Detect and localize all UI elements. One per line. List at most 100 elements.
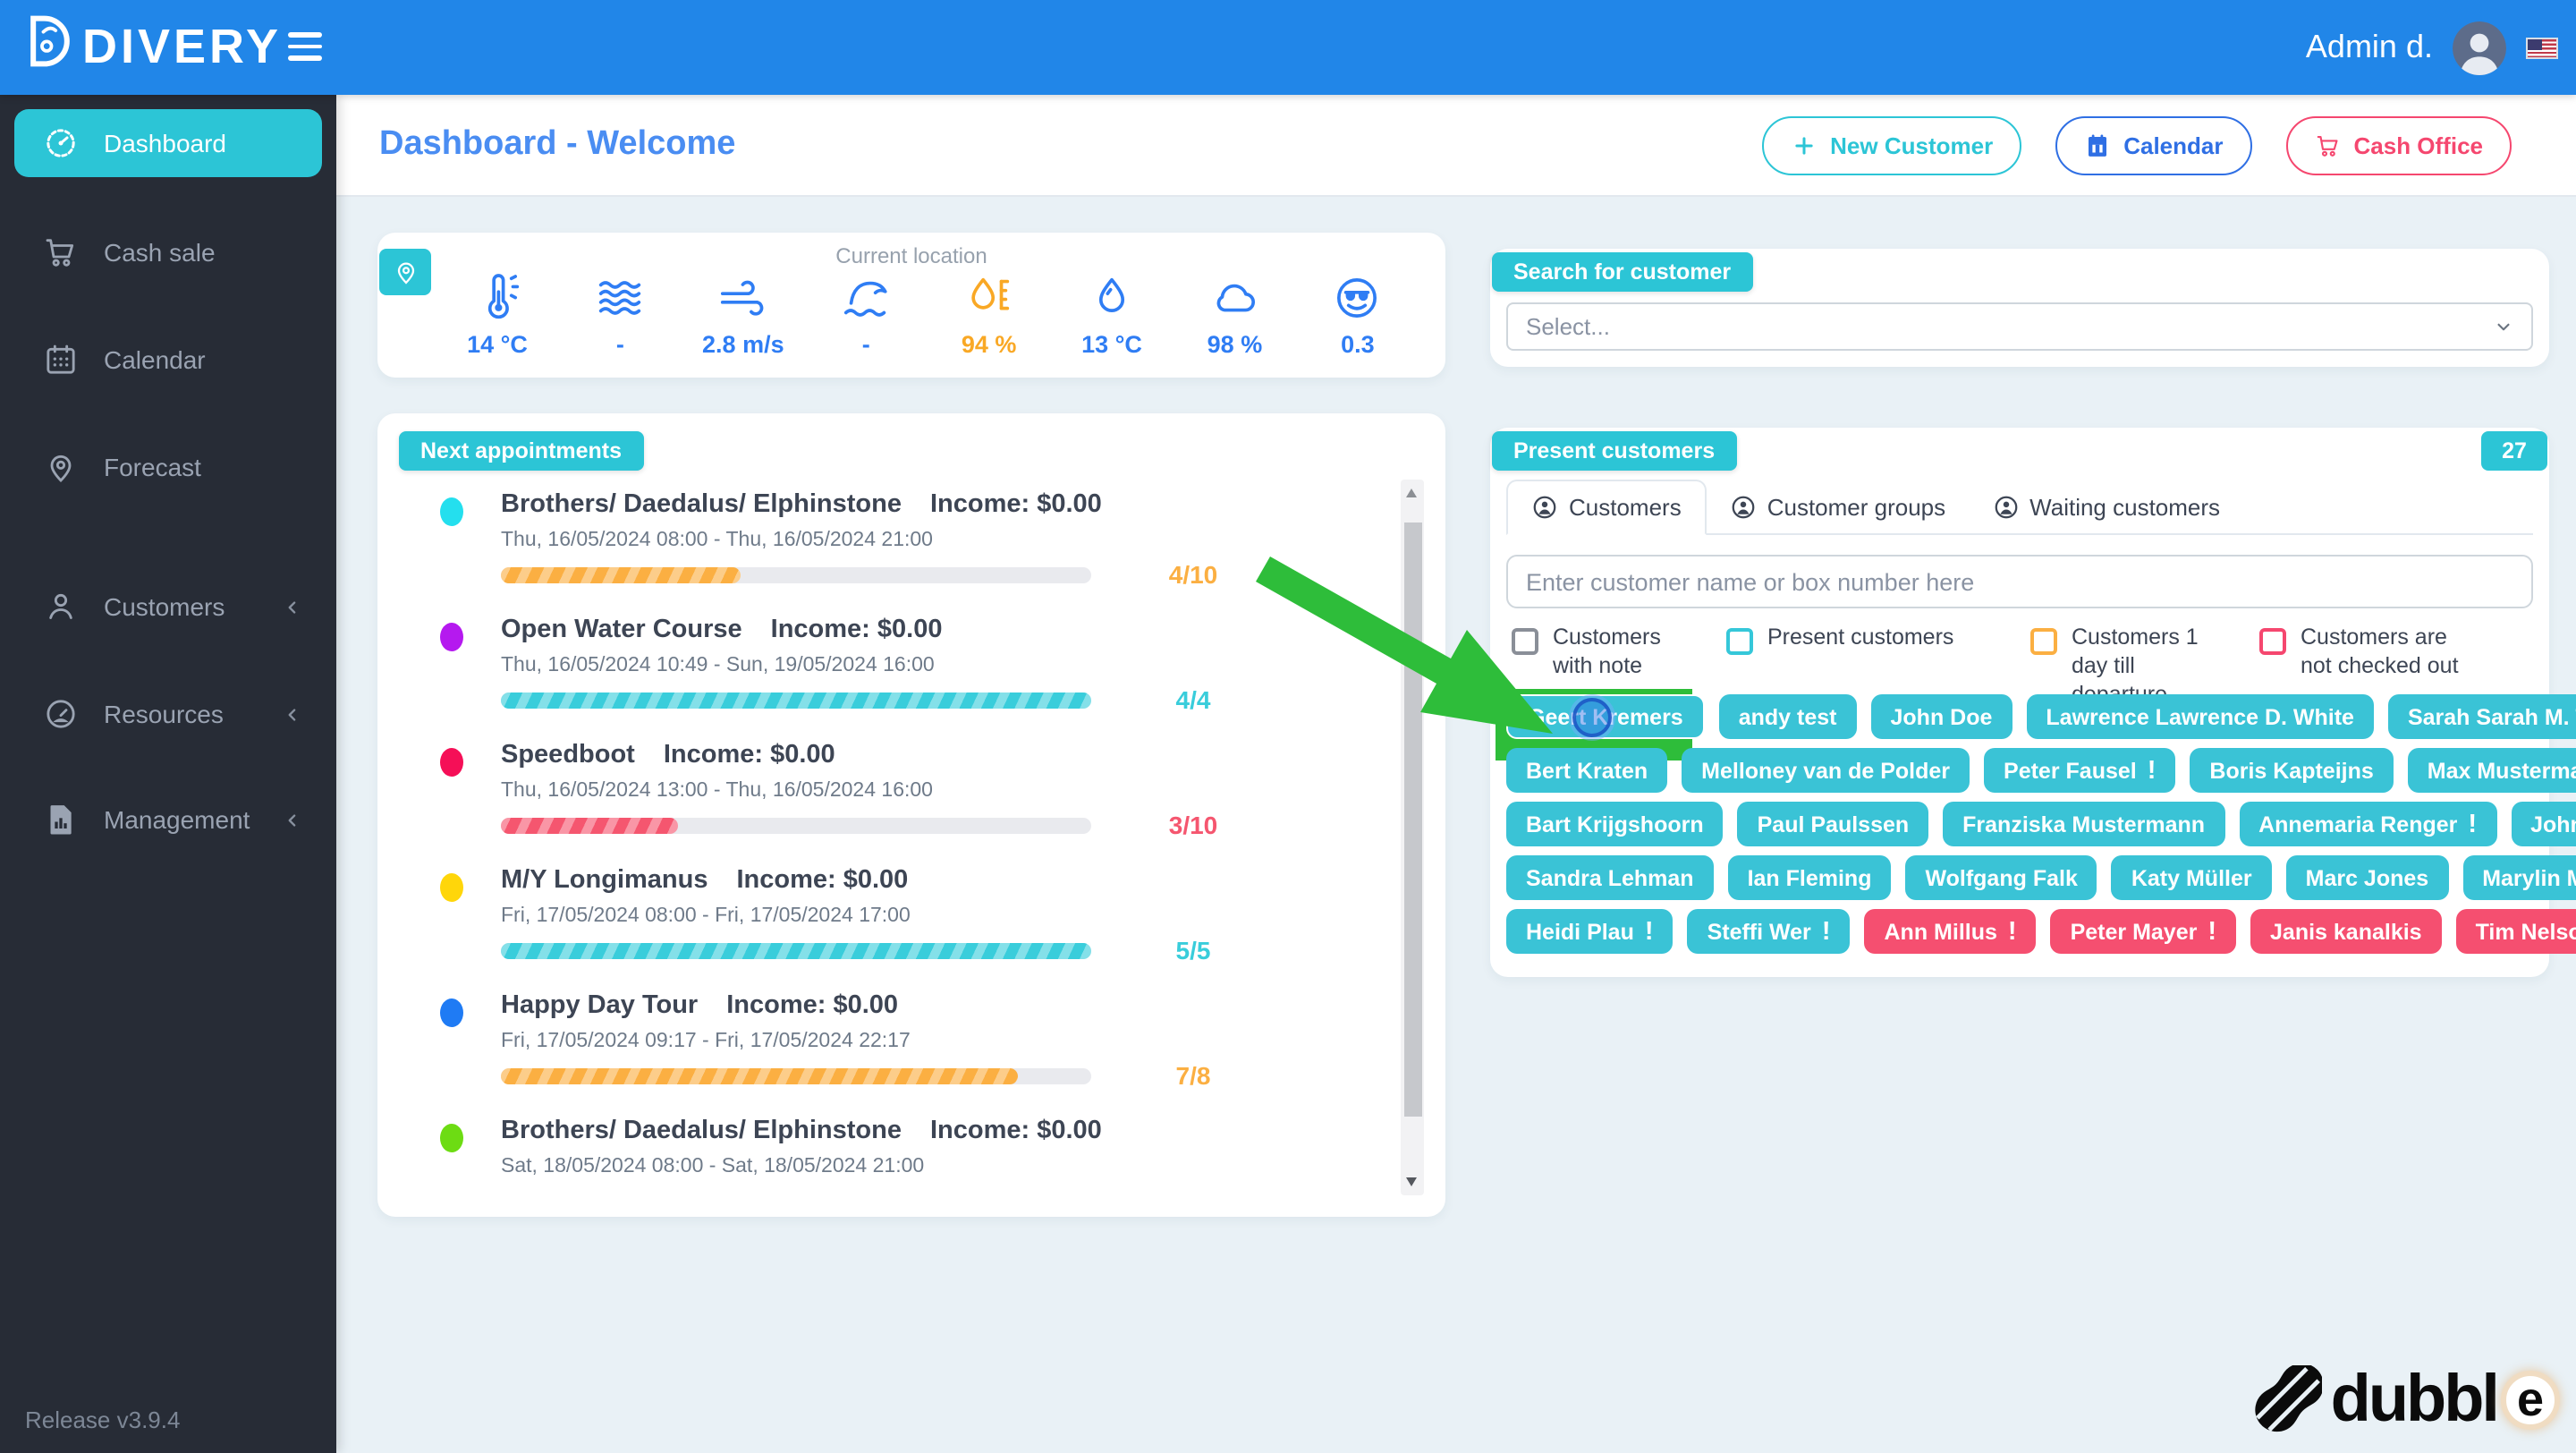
customer-chip-heidi-plau[interactable]: Heidi Plau!	[1506, 909, 1674, 954]
pin-icon	[43, 449, 79, 485]
customer-chip-tim-nelson[interactable]: Tim Nelson!	[2455, 909, 2576, 954]
sidebar-item-customers[interactable]: Customers	[14, 573, 322, 641]
appointment-item[interactable]: Open Water Course Income: $0.00 Thu, 16/05…	[377, 608, 1445, 734]
customer-chip-wolfgang-falk[interactable]: Wolfgang Falk	[1905, 855, 2097, 900]
chip-label: John Doe	[1890, 704, 1993, 729]
tab-customer-groups[interactable]: Customer groups	[1707, 480, 1969, 533]
appointment-progress-fill	[501, 818, 678, 834]
header-button-cash-office[interactable]: Cash Office	[2285, 116, 2512, 175]
scroll-up-arrow-icon[interactable]	[1406, 489, 1417, 497]
customer-chip-ian-fleming[interactable]: Ian Fleming	[1727, 855, 1892, 900]
alert-exclamation: !	[2468, 810, 2478, 838]
scroll-down-arrow-icon[interactable]	[1406, 1177, 1417, 1186]
header-button-label: Cash Office	[2353, 132, 2484, 159]
checkbox-icon[interactable]	[1726, 628, 1753, 655]
app-root: DIVERY Admin d. Dashboard Cash sale Calend…	[0, 0, 2576, 1453]
customer-select-dropdown[interactable]: Select...	[1506, 302, 2533, 351]
tab-label: Customer groups	[1767, 493, 1946, 520]
customer-chip-annemaria-renger[interactable]: Annemaria Renger!	[2239, 802, 2497, 846]
smiley-sunglasses-icon	[1330, 270, 1385, 329]
customer-chip-steffi-wer[interactable]: Steffi Wer!	[1687, 909, 1851, 954]
tab-label: Customers	[1569, 494, 1682, 521]
appointment-capacity-value: 3/10	[1168, 811, 1218, 839]
search-customer-title: Search for customer	[1492, 252, 1753, 292]
app-logo[interactable]: DIVERY	[21, 13, 282, 82]
cart-icon	[2315, 132, 2342, 159]
chip-label: Bart Krijgshoorn	[1526, 811, 1704, 837]
language-flag-us-icon[interactable]	[2526, 37, 2558, 58]
header-button-calendar[interactable]: Calendar	[2055, 116, 2252, 175]
customer-chip-john-doe[interactable]: John Doe!	[2511, 802, 2576, 846]
appointment-item[interactable]: Brothers/ Daedalus/ Elphinstone Income: $…	[377, 483, 1445, 608]
customer-chip-ann-millus[interactable]: Ann Millus!	[1864, 909, 2037, 954]
customer-chip-franziska-mustermann[interactable]: Franziska Mustermann	[1943, 802, 2225, 846]
chevron-down-icon	[2492, 315, 2515, 338]
appointment-item[interactable]: Speedboot Income: $0.00 Thu, 16/05/2024 13…	[377, 734, 1445, 859]
appointment-progress-bar	[501, 1068, 1091, 1084]
weather-metric-swell-wave: -	[807, 270, 925, 363]
customer-chip-max-mustermann[interactable]: Max Mustermann	[2407, 748, 2576, 793]
customer-chip-lawrence-lawrence-d-white[interactable]: Lawrence Lawrence D. White	[2026, 694, 2374, 739]
appointment-income: Income: $0.00	[663, 741, 835, 769]
customer-search-input[interactable]	[1506, 555, 2533, 608]
doc-chart-icon	[43, 802, 79, 837]
sidebar-item-label: Resources	[104, 700, 224, 728]
tab-label: Waiting customers	[2029, 493, 2221, 520]
sidebar-item-resources[interactable]: Resources	[14, 680, 322, 748]
weather-metric-value: 98 %	[1207, 331, 1263, 358]
customer-chip-sandra-lehman[interactable]: Sandra Lehman	[1506, 855, 1714, 900]
appointment-title-row: Happy Day Tour Income: $0.00	[501, 991, 898, 1020]
user-avatar[interactable]	[2453, 21, 2506, 74]
checkbox-icon[interactable]	[2030, 628, 2057, 655]
customer-chip-katy-m-ller[interactable]: Katy Müller	[2111, 855, 2272, 900]
appointment-title-row: Brothers/ Daedalus/ Elphinstone Income: $…	[501, 490, 1102, 519]
customer-chip-john-doe[interactable]: John Doe	[1870, 694, 2012, 739]
customer-chip-marc-jones[interactable]: Marc Jones	[2285, 855, 2449, 900]
page-header: Dashboard - Welcome New Customer Calendar…	[336, 95, 2576, 197]
sidebar-item-management[interactable]: Management	[14, 786, 322, 854]
customer-chip-bert-kraten[interactable]: Bert Kraten	[1506, 748, 1668, 793]
weather-metric-value: 13 °C	[1081, 331, 1142, 358]
chip-label: Paul Paulssen	[1757, 811, 1910, 837]
thermometer-sun-icon	[470, 270, 525, 329]
appointment-progress-fill	[501, 943, 1091, 959]
person-circle-icon	[1992, 493, 2019, 520]
chip-label: andy test	[1738, 704, 1837, 729]
appointments-scrollbar[interactable]	[1401, 480, 1424, 1195]
tab-customers[interactable]: Customers	[1506, 480, 1707, 535]
hamburger-menu-icon[interactable]	[288, 32, 322, 61]
appointment-item[interactable]: Happy Day Tour Income: $0.00 Fri, 17/05/20…	[377, 984, 1445, 1109]
customer-chip-marylin-miller[interactable]: Marylin Miller!	[2462, 855, 2576, 900]
appointment-item[interactable]: Brothers/ Daedalus/ Elphinstone Income: $…	[377, 1109, 1445, 1192]
customer-chip-melloney-van-de-polder[interactable]: Melloney van de Polder	[1682, 748, 1970, 793]
customer-chip-janis-kanalkis[interactable]: Janis kanalkis	[2250, 909, 2442, 954]
customer-chip-peter-fausel[interactable]: Peter Fausel!	[1984, 748, 2176, 793]
watermark-text: dubbl	[2330, 1362, 2500, 1435]
customer-chip-bart-krijgshoorn[interactable]: Bart Krijgshoorn	[1506, 802, 1724, 846]
appointment-item[interactable]: M/Y Longimanus Income: $0.00 Fri, 17/05/20…	[377, 859, 1445, 984]
alert-exclamation: !	[2207, 917, 2217, 946]
tab-waiting-customers[interactable]: Waiting customers	[1969, 480, 2243, 533]
sidebar: Dashboard Cash sale Calendar Forecast Custom…	[0, 95, 336, 1453]
customer-chip-sarah-sarah-m-torre[interactable]: Sarah Sarah M. Torre	[2387, 694, 2576, 739]
sidebar-item-forecast[interactable]: Forecast	[14, 433, 322, 501]
customer-chip-andy-test[interactable]: andy test	[1718, 694, 1857, 739]
checkbox-icon[interactable]	[2259, 628, 2286, 655]
chevron-left-icon	[281, 702, 304, 726]
sidebar-item-calendar[interactable]: Calendar	[14, 326, 322, 394]
sidebar-item-cash-sale[interactable]: Cash sale	[14, 218, 322, 286]
scrollbar-thumb[interactable]	[1403, 523, 1421, 1117]
next-appointments-title: Next appointments	[399, 431, 644, 471]
alert-exclamation: !	[1821, 917, 1831, 946]
appointment-capacity-value: 7/8	[1175, 1061, 1211, 1090]
calendar-icon	[43, 342, 79, 378]
user-name: Admin d.	[2305, 29, 2433, 64]
dashboard-icon	[43, 125, 79, 161]
customer-chip-boris-kapteijns[interactable]: Boris Kapteijns	[2190, 748, 2394, 793]
checkbox-icon[interactable]	[1512, 628, 1538, 655]
header-button-new-customer[interactable]: New Customer	[1762, 116, 2022, 175]
customer-chip-peter-mayer[interactable]: Peter Mayer!	[2050, 909, 2237, 954]
customer-chip-paul-paulssen[interactable]: Paul Paulssen	[1737, 802, 1929, 846]
alert-exclamation: !	[2147, 756, 2157, 785]
sidebar-item-dashboard[interactable]: Dashboard	[14, 109, 322, 177]
